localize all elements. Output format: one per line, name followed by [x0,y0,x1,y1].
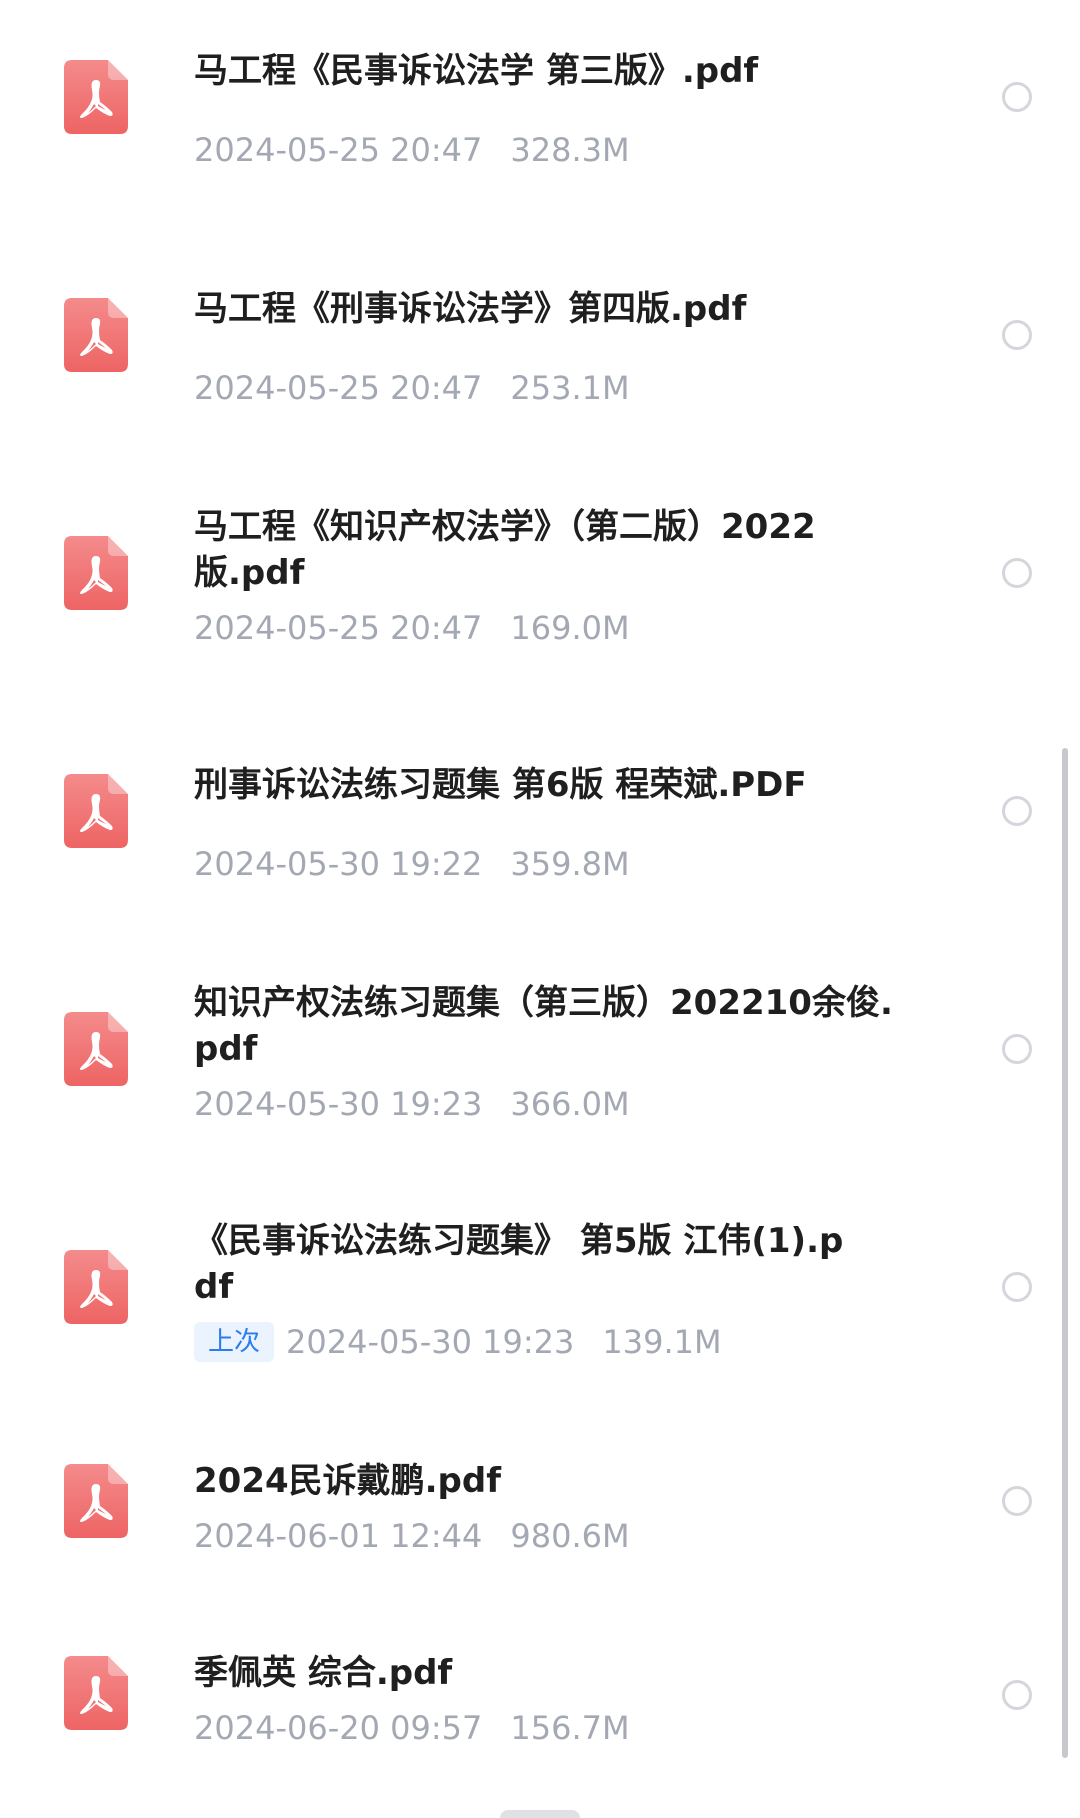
select-radio[interactable] [1002,558,1032,588]
file-name: 2024民诉戴鹏.pdf [194,1461,502,1501]
file-size: 359.8M [510,845,630,883]
file-row[interactable]: 2024民诉戴鹏.pdf 2024-06-01 12:44 980.6M [0,1428,1080,1628]
file-date: 2024-05-30 19:22 [194,845,483,883]
pdf-file-icon [64,60,128,134]
pdf-file-icon [64,1012,128,1086]
select-radio[interactable] [1002,796,1032,826]
file-date: 2024-06-20 09:57 [194,1709,483,1747]
pdf-file-icon [64,536,128,610]
file-list: 马工程《民事诉讼法学 第三版》.pdf 2024-05-25 20:47 328… [0,0,1080,1818]
file-name: 季佩英 综合.pdf [194,1653,453,1693]
file-size: 366.0M [510,1085,630,1123]
pdf-file-icon [64,1656,128,1730]
file-name: 马工程《知识产权法学》（第二版）2022版.pdf [194,507,816,593]
select-radio[interactable] [1002,320,1032,350]
select-radio[interactable] [1002,1680,1032,1710]
file-row[interactable]: 季佩英 综合.pdf 2024-06-20 09:57 156.7M [0,1618,1080,1818]
file-date: 2024-05-25 20:47 [194,131,483,169]
file-size: 156.7M [510,1709,630,1747]
file-date: 2024-05-30 19:23 [286,1323,575,1361]
file-size: 980.6M [510,1517,630,1555]
file-size: 139.1M [602,1323,722,1361]
file-meta: 2024-06-01 12:44 980.6M [194,1516,914,1556]
home-indicator [500,1810,580,1818]
file-name: 马工程《刑事诉讼法学》第四版.pdf [194,289,747,329]
file-name: 知识产权法练习题集（第三版）202210余俊.pdf [194,983,893,1069]
scrollbar[interactable] [1062,748,1068,1758]
file-meta: 2024-05-25 20:47 328.3M [194,130,914,170]
select-radio[interactable] [1002,1272,1032,1302]
file-name: 《民事诉讼法练习题集》 第5版 江伟(1).pdf [194,1221,844,1307]
pdf-file-icon [64,1250,128,1324]
file-meta: 2024-05-30 19:23 366.0M [194,1084,914,1124]
file-row[interactable]: 马工程《民事诉讼法学 第三版》.pdf 2024-05-25 20:47 328… [0,0,1080,200]
pdf-file-icon [64,1464,128,1538]
file-meta: 上次 2024-05-30 19:23 139.1M [194,1322,854,1362]
file-meta: 2024-05-25 20:47 169.0M [194,608,854,648]
pdf-file-icon [64,298,128,372]
file-name: 马工程《民事诉讼法学 第三版》.pdf [194,51,759,91]
file-meta: 2024-05-25 20:47 253.1M [194,368,914,408]
pdf-file-icon [64,774,128,848]
file-name: 刑事诉讼法练习题集 第6版 程荣斌.PDF [194,765,807,805]
file-date: 2024-05-25 20:47 [194,369,483,407]
file-row[interactable]: 刑事诉讼法练习题集 第6版 程荣斌.PDF 2024-05-30 19:22 3… [0,714,1080,914]
file-date: 2024-06-01 12:44 [194,1517,483,1555]
file-row[interactable]: 马工程《刑事诉讼法学》第四版.pdf 2024-05-25 20:47 253.… [0,238,1080,438]
file-meta: 2024-05-30 19:22 359.8M [194,844,914,884]
file-row[interactable]: 马工程《知识产权法学》（第二版）2022版.pdf 2024-05-25 20:… [0,476,1080,676]
file-row[interactable]: 知识产权法练习题集（第三版）202210余俊.pdf 2024-05-30 19… [0,952,1080,1152]
file-size: 253.1M [510,369,630,407]
file-date: 2024-05-25 20:47 [194,609,483,647]
file-row[interactable]: 《民事诉讼法练习题集》 第5版 江伟(1).pdf 上次 2024-05-30 … [0,1190,1080,1390]
file-size: 328.3M [510,131,630,169]
select-radio[interactable] [1002,82,1032,112]
file-meta: 2024-06-20 09:57 156.7M [194,1708,914,1748]
select-radio[interactable] [1002,1486,1032,1516]
file-size: 169.0M [510,609,630,647]
select-radio[interactable] [1002,1034,1032,1064]
file-date: 2024-05-30 19:23 [194,1085,483,1123]
last-opened-badge: 上次 [194,1322,275,1362]
